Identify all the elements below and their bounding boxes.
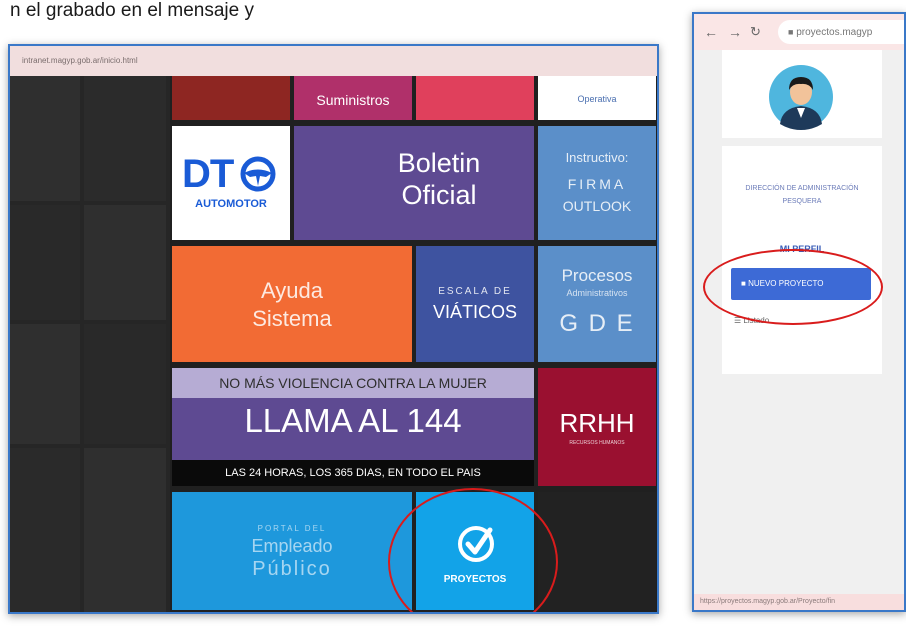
address-bar[interactable]: ■ proyectos.magyp: [778, 20, 904, 44]
tile-operativa[interactable]: Operativa: [538, 76, 656, 120]
steering-wheel-icon: [240, 156, 276, 192]
folder-icon: ■: [741, 279, 746, 288]
address-bar[interactable]: intranet.magyp.gob.ar/inicio.html: [10, 46, 657, 76]
tile-dark-bottom: [538, 492, 656, 610]
browser-toolbar: ← → ↻ ■ proyectos.magyp: [694, 14, 904, 50]
tile-suministros[interactable]: Suministros: [294, 76, 412, 120]
reload-icon[interactable]: ↻: [750, 24, 761, 40]
intro-text: n el grabado en el mensaje y: [10, 0, 254, 21]
list-link[interactable]: ☰ Listado: [734, 316, 769, 325]
tile-ayuda-sistema[interactable]: Ayuda Sistema: [172, 246, 412, 362]
profile-link[interactable]: MI PERFIL: [722, 244, 882, 254]
avatar-card: [722, 50, 882, 138]
back-arrow-icon[interactable]: ←: [704, 24, 718, 40]
dt-logo-text: DT: [182, 152, 234, 196]
horas-banner: LAS 24 HORAS, LOS 365 DIAS, EN TODO EL P…: [172, 460, 534, 486]
list-icon: ☰: [734, 316, 742, 325]
violencia-banner: NO MÁS VIOLENCIA CONTRA LA MUJER: [172, 368, 534, 398]
department-name: DIRECCIÓN DE ADMINISTRACIÓN PESQUERA: [745, 185, 859, 205]
menu-card: DIRECCIÓN DE ADMINISTRACIÓN PESQUERA MI …: [722, 146, 882, 374]
tile-boletin-oficial[interactable]: Boletin Oficial: [294, 126, 534, 240]
new-project-button[interactable]: ■ NUEVO PROYECTO: [731, 268, 871, 300]
tile-portal-empleado[interactable]: PORTAL DEL Empleado Público: [172, 492, 412, 610]
avatar: [769, 65, 833, 130]
proyectos-screenshot: ← → ↻ ■ proyectos.magyp DIRECCIÓN DE ADM…: [692, 12, 906, 612]
tile-instructivo-firma[interactable]: Instructivo: FIRMA OUTLOOK: [538, 126, 656, 240]
tile-procesos-gde[interactable]: Procesos Administrativos G D E: [538, 246, 656, 362]
tile-llama-144[interactable]: NO MÁS VIOLENCIA CONTRA LA MUJER LLAMA A…: [172, 368, 534, 486]
tile-pink-top[interactable]: [416, 76, 534, 120]
tile-red-top[interactable]: [172, 76, 290, 120]
forward-arrow-icon[interactable]: →: [728, 24, 742, 40]
status-bar: https://proyectos.magyp.gob.ar/Proyecto/…: [694, 594, 904, 610]
tile-proyectos[interactable]: PROYECTOS: [416, 492, 534, 610]
checkmark-circle-icon: [458, 526, 494, 562]
intranet-screenshot: intranet.magyp.gob.ar/inicio.html Sumini…: [8, 44, 659, 614]
lock-icon: ■: [788, 27, 794, 37]
tile-escala-viaticos[interactable]: ESCALA DE VIÁTICOS: [416, 246, 534, 362]
tile-dt-automotor[interactable]: DT AUTOMOTOR: [172, 126, 290, 240]
tile-rrhh[interactable]: RRHH RECURSOS HUMANOS: [538, 368, 656, 486]
dark-tile-grid: [10, 76, 170, 612]
